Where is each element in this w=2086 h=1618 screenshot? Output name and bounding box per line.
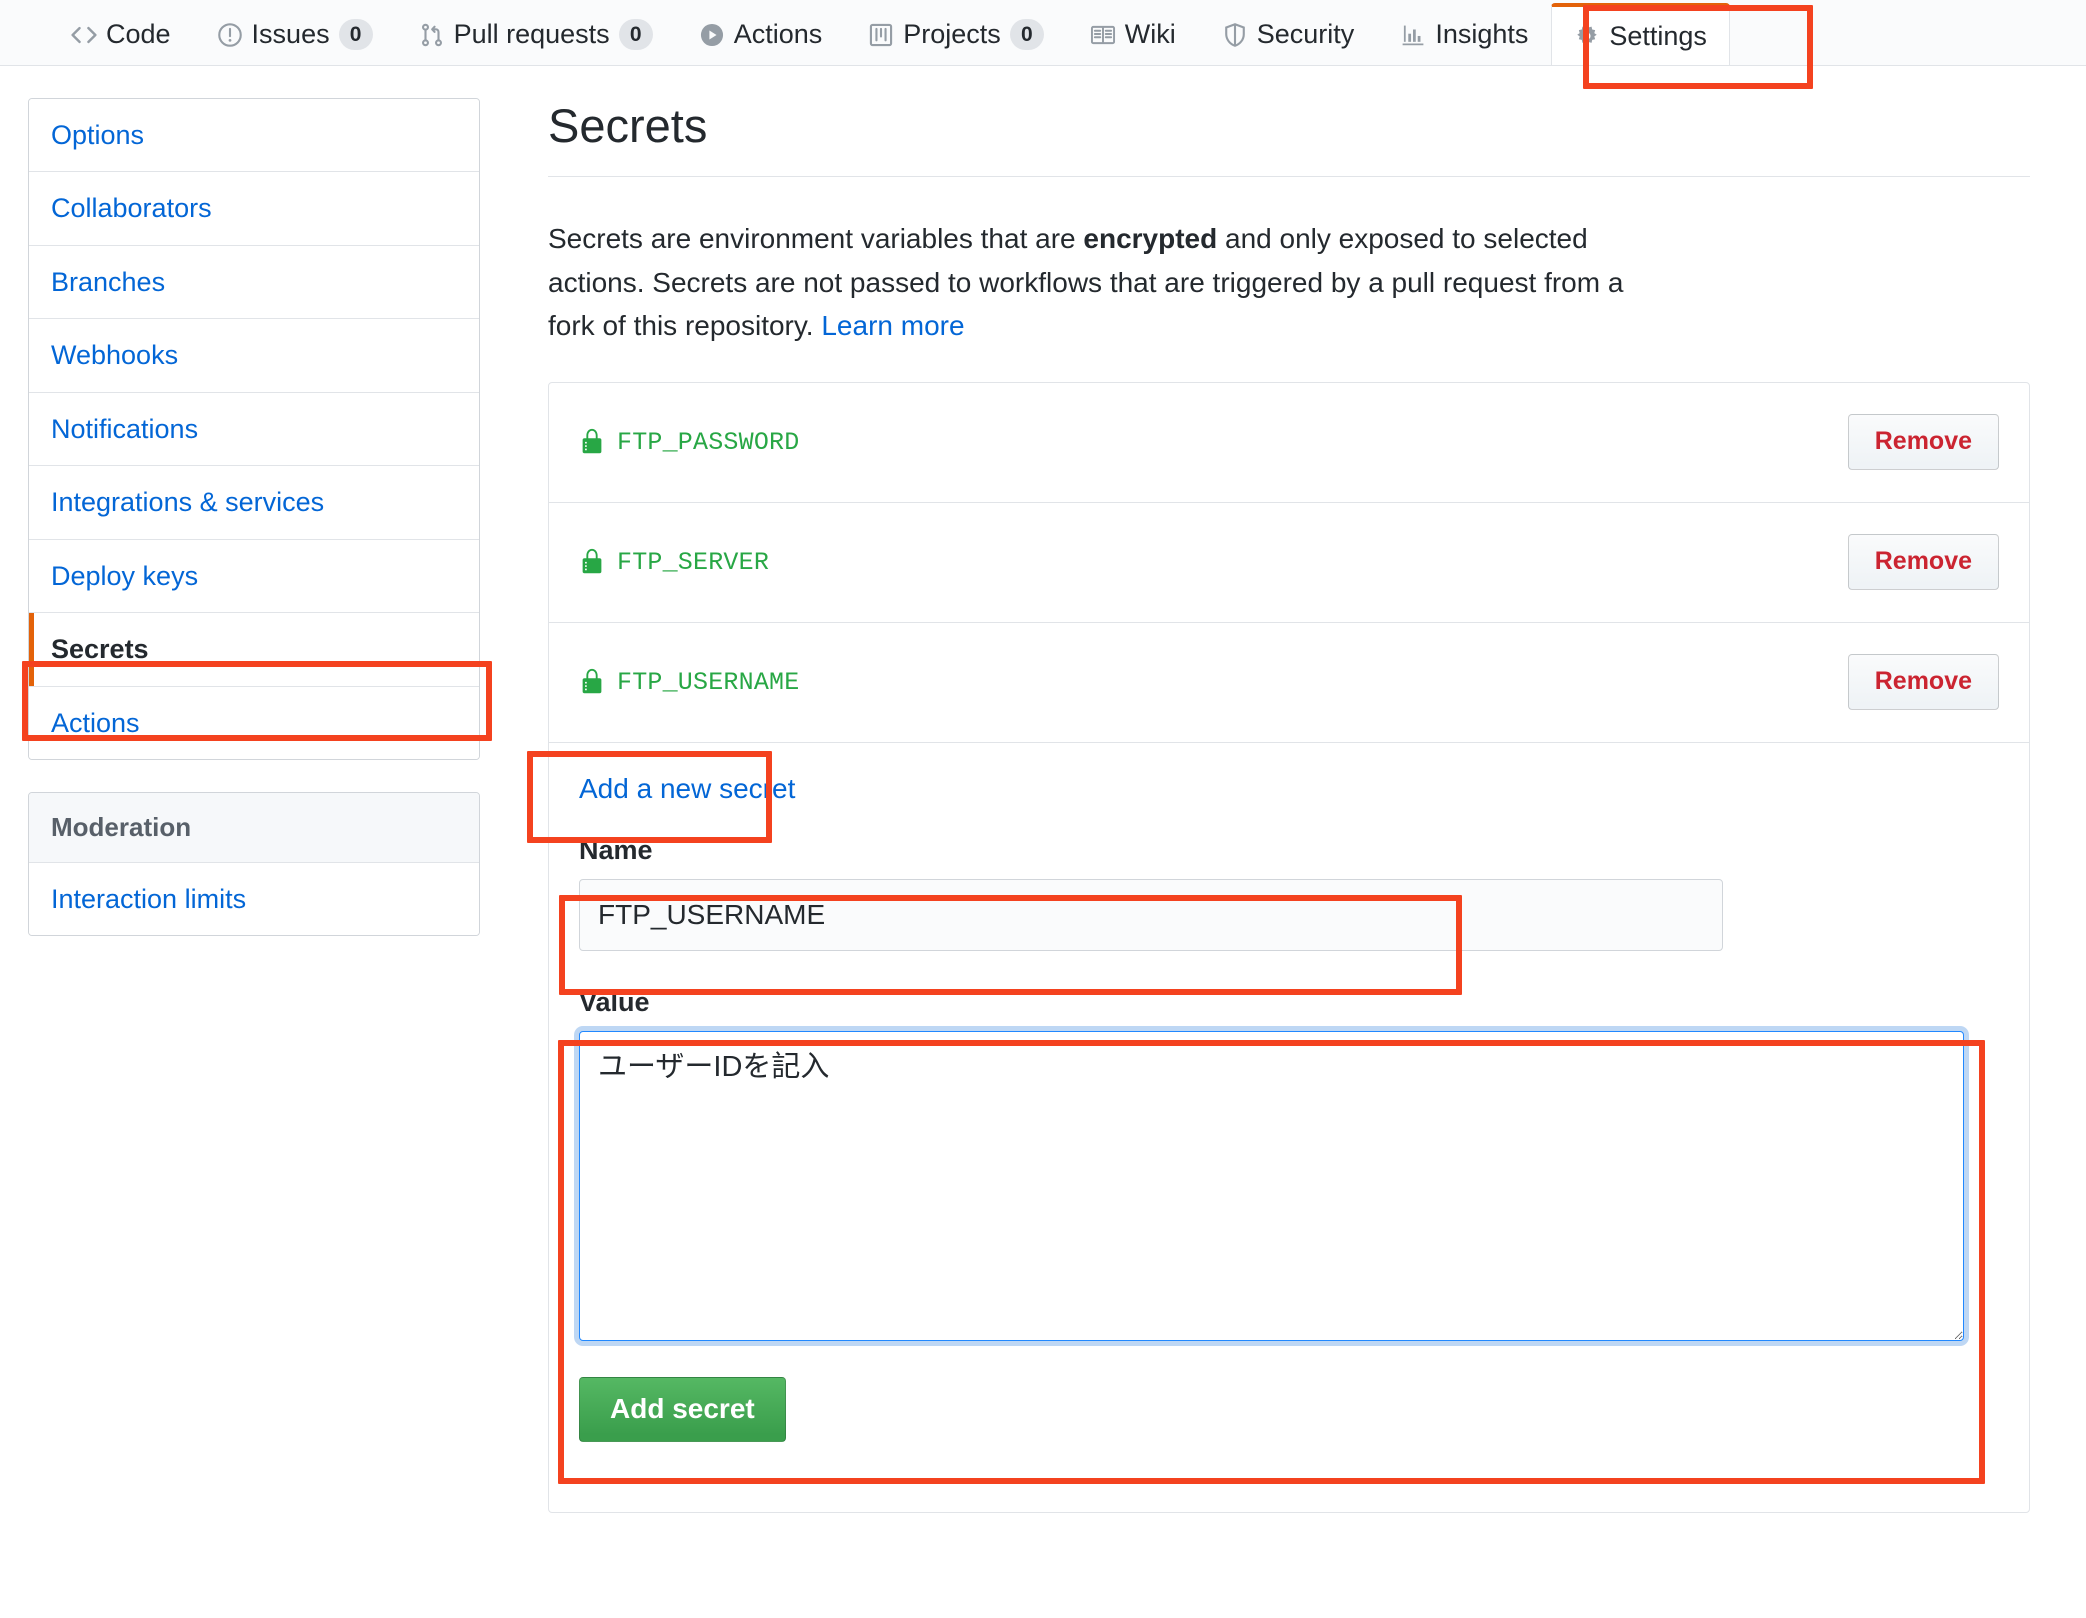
project-icon [868, 22, 894, 48]
value-field-block: Value ユーザーIDを記入 [579, 985, 1999, 1342]
sidebar-item-label: Notifications [51, 413, 199, 444]
secret-name-input[interactable] [579, 878, 1723, 952]
remove-button[interactable]: Remove [1847, 414, 1999, 470]
secret-name-label: FTP_PASSWORD [617, 427, 800, 457]
nav-tab-label: Security [1256, 19, 1355, 49]
sidebar-item-label: Branches [51, 266, 166, 297]
secret-name: FTP_PASSWORD [579, 427, 799, 457]
sidebar-item-integrations-services[interactable]: Integrations & services [29, 466, 479, 540]
page-title: Secrets [548, 98, 2030, 178]
sidebar-item-label: Secrets [51, 634, 149, 665]
learn-more-link[interactable]: Learn more [821, 310, 964, 341]
nav-tab-label: Code [106, 19, 171, 49]
settings-menu: Options Collaborators Branches Webhooks … [28, 98, 480, 760]
sidebar-item-secrets[interactable]: Secrets [29, 613, 479, 687]
secret-name-label: FTP_SERVER [617, 547, 770, 577]
pull-requests-counter: 0 [618, 18, 653, 51]
shield-icon [1222, 22, 1248, 48]
name-label: Name [579, 834, 653, 865]
sidebar-item-actions[interactable]: Actions [29, 686, 479, 759]
nav-tab-label: Wiki [1124, 19, 1176, 49]
sidebar-item-label: Actions [51, 707, 140, 738]
secret-name-label: FTP_USERNAME [617, 667, 800, 697]
nav-tab-wiki[interactable]: Wiki [1067, 3, 1199, 65]
sidebar-item-label: Deploy keys [51, 560, 199, 591]
code-icon [71, 22, 97, 48]
sidebar-item-webhooks[interactable]: Webhooks [29, 319, 479, 393]
table-row: FTP_PASSWORD Remove [549, 383, 2029, 503]
value-label: Value [579, 987, 650, 1018]
nav-tab-security[interactable]: Security [1199, 3, 1378, 65]
table-row: FTP_USERNAME Remove [549, 623, 2029, 743]
gear-icon [1574, 23, 1600, 49]
description-part1: Secrets are environment variables that a… [548, 223, 1084, 255]
description-emphasis: encrypted [1083, 223, 1218, 255]
sidebar-item-label: Collaborators [51, 193, 212, 224]
remove-button[interactable]: Remove [1847, 654, 1999, 710]
sidebar-item-label: Integrations & services [51, 487, 325, 518]
remove-button[interactable]: Remove [1847, 534, 1999, 590]
projects-counter: 0 [1009, 18, 1044, 51]
page-body: Options Collaborators Branches Webhooks … [0, 66, 2086, 1513]
sidebar-item-label: Webhooks [51, 340, 179, 371]
sidebar-item-notifications[interactable]: Notifications [29, 392, 479, 467]
nav-tab-code[interactable]: Code [48, 3, 194, 65]
play-icon [699, 22, 725, 48]
git-pull-request-icon [419, 22, 445, 48]
nav-tab-settings[interactable]: Settings [1551, 3, 1730, 65]
add-new-secret-link[interactable]: Add a new secret [579, 743, 795, 833]
name-field-block: Name [579, 833, 1999, 952]
nav-tab-label: Pull requests [453, 19, 610, 49]
sidebar-item-label: Options [51, 120, 145, 150]
sidebar-item-options[interactable]: Options [29, 99, 479, 173]
table-row: FTP_SERVER Remove [549, 503, 2029, 623]
nav-tab-label: Insights [1435, 19, 1529, 49]
sidebar-item-interaction-limits[interactable]: Interaction limits [29, 863, 479, 936]
nav-tab-pull-requests[interactable]: Pull requests 0 [396, 3, 676, 65]
graph-icon [1400, 22, 1426, 48]
sidebar-item-branches[interactable]: Branches [29, 245, 479, 320]
lock-icon [579, 427, 605, 457]
settings-sidebar: Options Collaborators Branches Webhooks … [28, 98, 480, 1513]
secret-name: FTP_SERVER [579, 547, 769, 577]
nav-tab-label: Actions [733, 19, 823, 49]
secret-name: FTP_USERNAME [579, 667, 799, 697]
nav-tab-label: Projects [903, 19, 1001, 49]
secrets-description: Secrets are environment variables that a… [548, 217, 1658, 347]
sidebar-item-collaborators[interactable]: Collaborators [29, 172, 479, 246]
nav-tab-issues[interactable]: Issues 0 [194, 3, 396, 65]
secrets-panel: FTP_PASSWORD Remove FTP_SERVER Remove FT… [548, 381, 2030, 1513]
nav-tab-actions[interactable]: Actions [676, 3, 846, 65]
nav-tab-label: Settings [1609, 20, 1707, 51]
issues-counter: 0 [338, 18, 373, 51]
nav-tab-insights[interactable]: Insights [1377, 3, 1551, 65]
book-icon [1090, 22, 1116, 48]
lock-icon [579, 667, 605, 697]
sidebar-item-deploy-keys[interactable]: Deploy keys [29, 539, 479, 614]
add-secret-form: Add a new secret Name Value ユーザーIDを記入 Ad… [549, 743, 2029, 1512]
main-content: Secrets Secrets are environment variable… [480, 98, 2058, 1513]
nav-tab-projects[interactable]: Projects 0 [845, 3, 1067, 65]
sidebar-item-label: Interaction limits [51, 884, 247, 915]
secret-value-textarea[interactable]: ユーザーIDを記入 [579, 1031, 1964, 1342]
moderation-heading: Moderation [29, 792, 479, 864]
repo-nav: Code Issues 0 Pull requests 0 Actions Pr… [0, 0, 2086, 66]
moderation-menu: Moderation Interaction limits [28, 791, 480, 937]
issue-icon [217, 22, 243, 48]
add-secret-button[interactable]: Add secret [579, 1377, 786, 1442]
nav-tab-label: Issues [251, 19, 330, 49]
lock-icon [579, 547, 605, 577]
